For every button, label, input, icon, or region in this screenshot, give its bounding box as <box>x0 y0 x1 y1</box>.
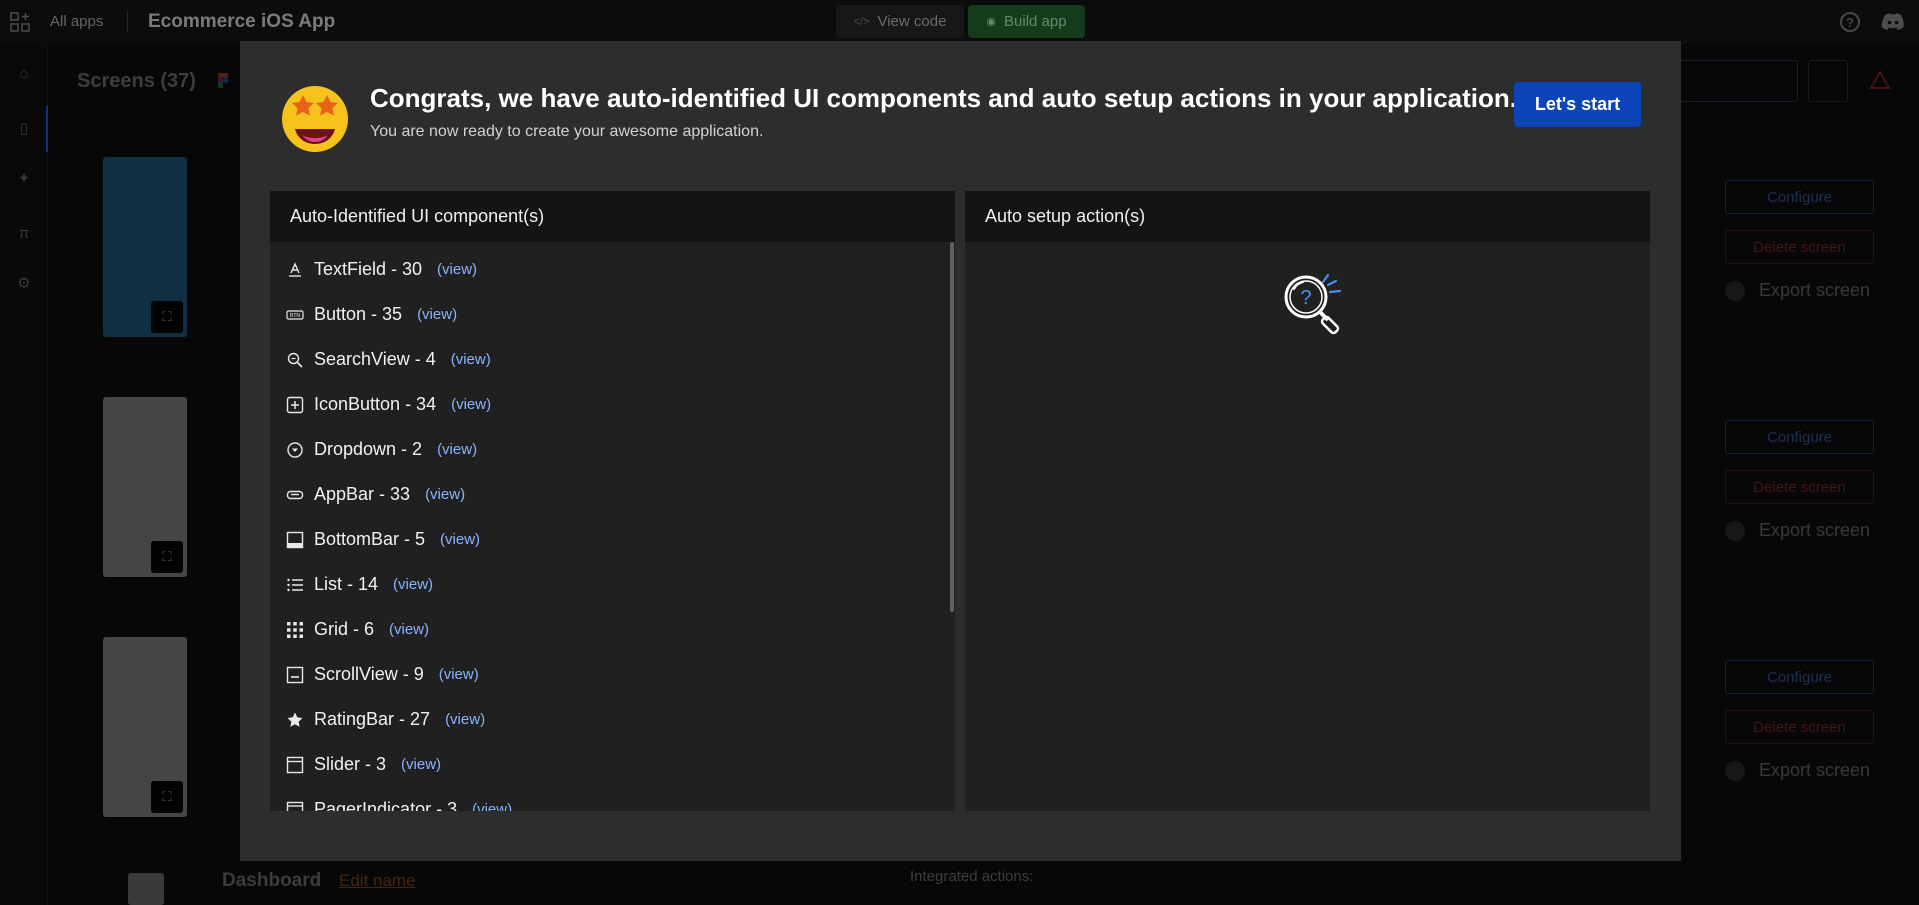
view-link[interactable]: (view) <box>425 486 465 503</box>
view-link[interactable]: (view) <box>401 756 441 773</box>
component-label: IconButton - 34 <box>314 394 437 414</box>
modal-title: Congrats, we have auto-identified UI com… <box>370 83 1518 113</box>
actions-empty-state: ? <box>965 242 1650 811</box>
searchview-icon <box>286 351 304 369</box>
appbar-icon <box>286 486 304 504</box>
component-item-ratingbar: RatingBar - 27 (view) <box>286 697 955 742</box>
actions-panel: Auto setup action(s) ? <box>965 191 1650 811</box>
component-label: SearchView - 4 <box>314 349 436 369</box>
component-item-bottombar: BottomBar - 5 (view) <box>286 517 955 562</box>
textfield-icon <box>286 261 304 279</box>
button-icon: BTN <box>286 306 304 324</box>
component-label: BottomBar - 5 <box>314 529 426 549</box>
svg-text:?: ? <box>1300 287 1311 309</box>
component-item-pagerindicator: PagerIndicator - 3 (view) <box>286 787 955 811</box>
view-link[interactable]: (view) <box>439 666 479 683</box>
component-label: Button - 35 <box>314 304 403 324</box>
view-link[interactable]: (view) <box>437 441 477 458</box>
actions-header: Auto setup action(s) <box>965 191 1650 242</box>
star-struck-emoji-icon <box>282 86 348 152</box>
svg-text:BTN: BTN <box>290 313 300 319</box>
component-label: ScrollView - 9 <box>314 664 424 684</box>
component-item-dropdown: Dropdown - 2 (view) <box>286 427 955 472</box>
bottombar-icon <box>286 531 304 549</box>
component-item-slider: Slider - 3 (view) <box>286 742 955 787</box>
iconbutton-icon <box>286 396 304 414</box>
lets-start-button[interactable]: Let's start <box>1514 82 1641 127</box>
components-panel: Auto-Identified UI component(s) TextFiel… <box>270 191 955 811</box>
view-link[interactable]: (view) <box>472 801 512 811</box>
pagerindicator-icon <box>286 801 304 811</box>
component-label: RatingBar - 27 <box>314 709 431 729</box>
component-item-textfield: TextField - 30 (view) <box>286 247 955 292</box>
component-label: PagerIndicator - 3 <box>314 799 458 811</box>
component-label: List - 14 <box>314 574 379 594</box>
list-icon <box>286 576 304 594</box>
component-item-iconbutton: IconButton - 34 (view) <box>286 382 955 427</box>
auto-setup-modal: Congrats, we have auto-identified UI com… <box>240 41 1681 861</box>
grid-icon <box>286 621 304 639</box>
component-item-appbar: AppBar - 33 (view) <box>286 472 955 517</box>
view-link[interactable]: (view) <box>389 621 429 638</box>
magnifier-question-icon: ? <box>1284 273 1342 335</box>
component-item-scrollview: ScrollView - 9 (view) <box>286 652 955 697</box>
view-link[interactable]: (view) <box>437 261 477 278</box>
view-link[interactable]: (view) <box>445 711 485 728</box>
dropdown-icon <box>286 441 304 459</box>
slider-icon <box>286 756 304 774</box>
component-item-searchview: SearchView - 4 (view) <box>286 337 955 382</box>
component-item-button: BTN Button - 35 (view) <box>286 292 955 337</box>
view-link[interactable]: (view) <box>451 396 491 413</box>
component-item-grid: Grid - 6 (view) <box>286 607 955 652</box>
components-list: TextField - 30 (view) BTN Button - 35 (vie… <box>270 242 955 811</box>
component-item-list: List - 14 (view) <box>286 562 955 607</box>
component-label: Slider - 3 <box>314 754 387 774</box>
components-list-container[interactable]: TextField - 30 (view) BTN Button - 35 (vie… <box>270 242 955 811</box>
ratingbar-icon <box>286 711 304 729</box>
view-link[interactable]: (view) <box>393 576 433 593</box>
view-link[interactable]: (view) <box>451 351 491 368</box>
components-scrollbar[interactable] <box>950 242 954 612</box>
component-label: Dropdown - 2 <box>314 439 423 459</box>
scrollview-icon <box>286 666 304 684</box>
components-header: Auto-Identified UI component(s) <box>270 191 955 242</box>
component-label: AppBar - 33 <box>314 484 411 504</box>
view-link[interactable]: (view) <box>440 531 480 548</box>
component-label: TextField - 30 <box>314 259 423 279</box>
modal-subtitle: You are now ready to create your awesome… <box>370 123 764 140</box>
component-label: Grid - 6 <box>314 619 375 639</box>
view-link[interactable]: (view) <box>417 306 457 323</box>
